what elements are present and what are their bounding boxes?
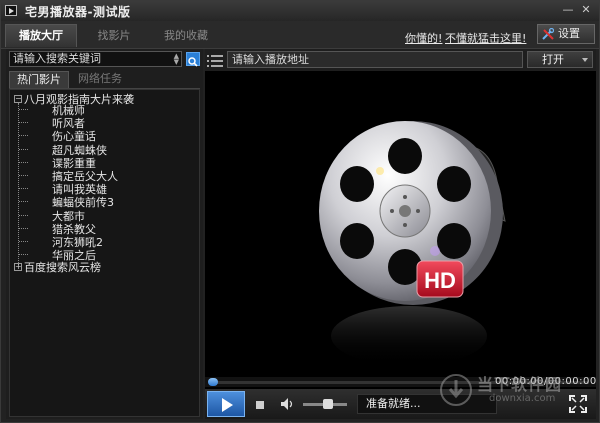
control-bar: 准备就绪... [205, 389, 596, 419]
hd-badge: HD [424, 268, 456, 293]
open-button[interactable]: 打开 [527, 51, 593, 68]
search-icon [188, 57, 198, 67]
player-window: 宅男播放器-测试版 — ✕ 播放大厅 找影片 我的收藏 你懂的! 不懂就猛击这里… [0, 0, 600, 423]
tab-favorites[interactable]: 我的收藏 [151, 25, 221, 47]
wrench-screwdriver-icon [542, 28, 554, 40]
left-panel: 请输入搜索关键词 ▲ ▼ 热门影片 网络任务 − 八月观影指南大片来袭 机械师 听风… [6, 49, 203, 419]
time-display: 00:00:00/00:00:00 [495, 376, 597, 387]
minimize-button[interactable]: — [561, 3, 575, 17]
search-placeholder: 请输入搜索关键词 [13, 52, 101, 65]
title-bar: 宅男播放器-测试版 — ✕ [1, 1, 599, 21]
link-you-know[interactable]: 你懂的! [405, 30, 442, 46]
settings-label: 设置 [558, 27, 580, 40]
tree-group-baidu[interactable]: 百度搜索风云榜 [24, 259, 101, 275]
fullscreen-icon[interactable] [569, 395, 587, 413]
player-panel: 请输入播放地址 打开 HD 00:00:00/00:00:00 准备就绪... [205, 49, 596, 419]
play-url-placeholder: 请输入播放地址 [232, 53, 309, 66]
film-reel-icon: HD [319, 121, 506, 366]
chevron-down-icon [582, 58, 588, 62]
search-dropdown-icon[interactable]: ▲ ▼ [174, 53, 179, 66]
tree-expander[interactable]: − [14, 95, 22, 103]
link-click-here[interactable]: 不懂就猛击这里! [445, 30, 526, 46]
search-input[interactable]: 请输入搜索关键词 ▲ ▼ [9, 51, 182, 67]
main-tab-bar: 播放大厅 找影片 我的收藏 你懂的! 不懂就猛击这里! [1, 21, 599, 49]
movie-tree: − 八月观影指南大片来袭 机械师 听风者 伤心童话 超凡蜘蛛侠 谍影重重 搞定岳父大人 请叫… [9, 89, 200, 417]
app-logo-icon [5, 5, 17, 16]
tree-expander[interactable]: + [14, 263, 22, 271]
volume-icon[interactable] [281, 398, 295, 410]
close-button[interactable]: ✕ [579, 3, 593, 17]
playlist-icon[interactable] [207, 54, 223, 68]
window-title: 宅男播放器-测试版 [25, 5, 131, 19]
tab-network-tasks[interactable]: 网络任务 [71, 71, 129, 87]
search-button[interactable] [186, 52, 200, 67]
stop-button[interactable] [256, 401, 264, 409]
sub-tab-bar: 热门影片 网络任务 [9, 71, 200, 89]
settings-button[interactable]: 设置 [537, 24, 595, 44]
address-bar: 请输入播放地址 打开 [205, 49, 596, 71]
play-button[interactable] [207, 391, 245, 417]
volume-slider-handle[interactable] [323, 399, 333, 409]
tab-hot-movies[interactable]: 热门影片 [9, 71, 69, 88]
tab-find-movie[interactable]: 找影片 [79, 25, 149, 47]
tab-play-hall[interactable]: 播放大厅 [5, 24, 77, 47]
video-area[interactable]: HD [205, 71, 596, 376]
seek-handle[interactable] [208, 378, 218, 386]
play-url-input[interactable]: 请输入播放地址 [227, 51, 523, 68]
status-text: 准备就绪... [357, 394, 497, 414]
open-label: 打开 [542, 53, 564, 66]
